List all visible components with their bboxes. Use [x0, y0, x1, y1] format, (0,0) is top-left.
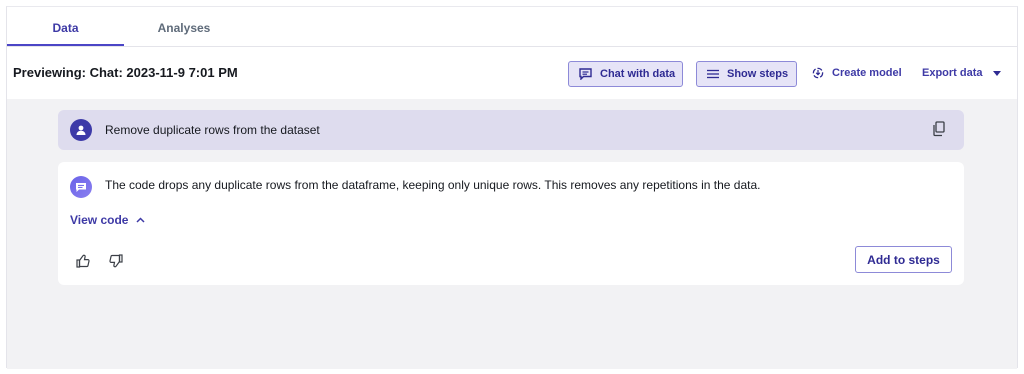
user-message-text: Remove duplicate rows from the dataset — [105, 123, 320, 137]
caret-down-icon — [992, 70, 1001, 76]
tab-analyses[interactable]: Analyses — [124, 21, 244, 35]
active-tab-indicator — [7, 44, 124, 46]
user-message: Remove duplicate rows from the dataset — [58, 110, 964, 150]
view-code-toggle[interactable]: View code — [70, 213, 146, 227]
create-model-link[interactable]: Create model — [812, 67, 902, 79]
chat-panel: Remove duplicate rows from the dataset T… — [7, 99, 1017, 369]
show-steps-button[interactable]: Show steps — [696, 61, 797, 87]
copy-icon[interactable] — [932, 121, 946, 142]
app-window: Data Analyses Previewing: Chat: 2023-11-… — [6, 6, 1018, 369]
chat-with-data-label: Chat with data — [600, 68, 676, 80]
model-icon — [812, 67, 824, 79]
reply-text: The code drops any duplicate rows from t… — [105, 178, 761, 192]
tab-bar: Data Analyses — [7, 7, 1017, 47]
export-data-label: Export data — [922, 67, 983, 79]
export-data-dropdown[interactable]: Export data — [922, 67, 1001, 79]
add-to-steps-button[interactable]: Add to steps — [855, 246, 952, 273]
tab-data[interactable]: Data — [7, 21, 124, 35]
bot-chat-icon — [70, 176, 92, 198]
toolbar: Previewing: Chat: 2023-11-9 7:01 PM Chat… — [7, 47, 1017, 99]
assistant-reply: The code drops any duplicate rows from t… — [58, 162, 964, 285]
view-code-label: View code — [70, 213, 129, 227]
chat-with-data-button[interactable]: Chat with data — [568, 61, 683, 87]
thumbs-up-icon[interactable] — [76, 254, 91, 268]
list-icon — [707, 69, 719, 79]
page-title: Previewing: Chat: 2023-11-9 7:01 PM — [13, 65, 238, 80]
thumbs-down-icon[interactable] — [108, 254, 123, 268]
show-steps-label: Show steps — [727, 68, 789, 80]
create-model-label: Create model — [832, 67, 902, 79]
user-icon — [70, 119, 92, 141]
chevron-up-icon — [136, 217, 146, 223]
chat-bubble-icon — [579, 68, 592, 80]
